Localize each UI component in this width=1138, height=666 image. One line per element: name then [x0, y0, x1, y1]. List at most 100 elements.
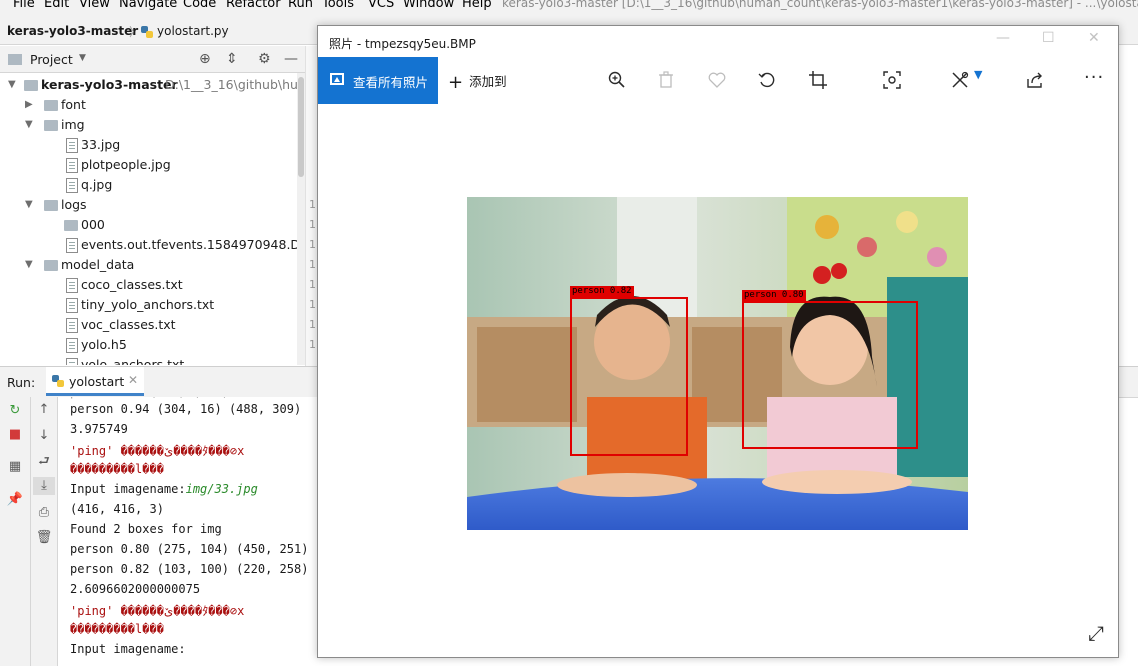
line-number: 1: [309, 258, 316, 271]
stop-icon[interactable]: ■: [4, 426, 26, 444]
pin-icon[interactable]: 📌: [4, 491, 26, 509]
text-file-icon: [66, 318, 78, 333]
menu-view[interactable]: View: [79, 0, 110, 11]
menu-file[interactable]: File: [13, 0, 35, 11]
breadcrumb-project[interactable]: keras-yolo3-master: [7, 24, 138, 38]
scroll-to-end-icon[interactable]: ⤓: [33, 477, 55, 495]
view-all-photos-button[interactable]: 查看所有照片: [318, 57, 438, 104]
add-to-button[interactable]: + 添加到: [448, 70, 507, 93]
tree-item-33jpg[interactable]: 33.jpg: [0, 135, 297, 155]
tree-item-label: yolo.h5: [81, 337, 127, 352]
tree-item-label: coco_classes.txt: [81, 277, 183, 292]
zoom-in-icon[interactable]: [608, 71, 626, 89]
tree-item-logs[interactable]: ▼ logs: [0, 195, 297, 215]
tree-item-label: font: [61, 97, 86, 112]
console-line: Input imagename:img/33.jpg: [70, 482, 258, 496]
rerun-icon[interactable]: ↻: [4, 402, 26, 420]
close-icon[interactable]: ✕: [128, 373, 138, 387]
line-number: 1: [309, 298, 316, 311]
heart-icon[interactable]: [708, 72, 726, 88]
rotate-icon[interactable]: [758, 71, 776, 89]
minimize-icon[interactable]: —: [284, 51, 298, 67]
menu-vcs[interactable]: VCS: [368, 0, 394, 11]
line-number: 1: [309, 218, 316, 231]
chevron-down-icon[interactable]: ▼: [79, 53, 86, 63]
run-tab-yolostart[interactable]: yolostart ✕: [46, 367, 144, 396]
menu-tools[interactable]: Tools: [322, 0, 354, 11]
chevron-down-icon[interactable]: ▼: [25, 195, 33, 215]
detection-box: [742, 301, 918, 449]
menu-refactor[interactable]: Refactor: [226, 0, 281, 11]
trash-icon[interactable]: 🗑: [33, 529, 55, 547]
more-icon[interactable]: ···: [1084, 67, 1104, 88]
folder-icon: [44, 100, 58, 111]
close-icon[interactable]: ✕: [1088, 30, 1100, 46]
edit-create-icon[interactable]: [951, 71, 969, 89]
tree-item-model-data[interactable]: ▼ model_data: [0, 255, 297, 275]
arrow-up-icon[interactable]: ↑: [33, 401, 55, 419]
print-icon[interactable]: ⎙: [33, 504, 55, 522]
tree-item-plotpeople[interactable]: plotpeople.jpg: [0, 155, 297, 175]
minimize-icon[interactable]: —: [996, 30, 1010, 46]
chevron-down-icon[interactable]: ▼: [974, 68, 982, 81]
project-panel-header: Project ▼ ⊕ ⇕ ⚙ —: [0, 46, 305, 73]
scrollbar-thumb[interactable]: [298, 77, 304, 177]
menu-edit[interactable]: Edit: [44, 0, 69, 11]
menu-code[interactable]: Code: [183, 0, 216, 11]
chevron-down-icon[interactable]: ▼: [8, 75, 16, 95]
project-panel-title[interactable]: Project: [30, 52, 73, 67]
folder-icon: [64, 220, 78, 231]
menu-window[interactable]: Window: [403, 0, 454, 11]
tree-scrollbar[interactable]: [297, 73, 305, 365]
tree-item-qjpg[interactable]: q.jpg: [0, 175, 297, 195]
gear-icon[interactable]: ⚙: [258, 51, 271, 67]
fullscreen-icon[interactable]: ⤢: [1088, 621, 1104, 645]
tree-item-label: model_data: [61, 257, 135, 272]
tree-item-coco-classes[interactable]: coco_classes.txt: [0, 275, 297, 295]
tree-item-yolo-anchors[interactable]: yolo_anchors.txt: [0, 355, 297, 365]
line-number: 1: [309, 278, 316, 291]
console-line: 'ping' ������ێ����ﾀ���⊘x: [70, 444, 245, 458]
chevron-down-icon[interactable]: ▼: [25, 115, 33, 135]
console-input-link[interactable]: img/33.jpg: [186, 482, 258, 496]
tree-item-label: logs: [61, 197, 87, 212]
crop-icon[interactable]: [809, 71, 827, 89]
share-icon[interactable]: [1026, 71, 1044, 89]
line-number: 1: [309, 338, 316, 351]
text-file-icon: [66, 298, 78, 313]
arrow-down-icon[interactable]: ↓: [33, 427, 55, 445]
menu-run[interactable]: Run: [288, 0, 313, 11]
tree-item-events[interactable]: events.out.tfevents.1584970948.DESKT(: [0, 235, 305, 255]
run-label: Run:: [7, 375, 36, 390]
console-toolbar: ↑ ↓ ⮐ ⤓ ⎙ 🗑: [31, 397, 58, 666]
tree-item-font[interactable]: ▶ font: [0, 95, 297, 115]
tree-item-000[interactable]: 000: [0, 215, 297, 235]
tree-item-label: 33.jpg: [81, 137, 121, 152]
chevron-down-icon[interactable]: ▼: [25, 255, 33, 275]
console-line: (416, 416, 3): [70, 502, 164, 516]
tree-item-tiny-yolo-anchors[interactable]: tiny_yolo_anchors.txt: [0, 295, 297, 315]
visual-search-icon[interactable]: [883, 71, 901, 89]
collapse-icon[interactable]: ⇕: [226, 51, 238, 67]
tree-item-img[interactable]: ▼ img: [0, 115, 297, 135]
chevron-right-icon[interactable]: ▶: [25, 95, 33, 115]
target-icon[interactable]: ⊕: [199, 51, 211, 67]
photo-viewer-window: 照片 - tmpezsqy5eu.BMP — ☐ ✕ 查看所有照片 + 添加到 ▼: [317, 25, 1119, 658]
plus-icon: +: [448, 72, 464, 93]
tree-item-voc-classes[interactable]: voc_classes.txt: [0, 315, 297, 335]
menu-help[interactable]: Help: [462, 0, 492, 11]
console-output[interactable]: person 0.0 (...) (...) person 0.94 (304,…: [58, 397, 318, 666]
run-tab-label: yolostart: [69, 374, 125, 389]
soft-wrap-icon[interactable]: ⮐: [33, 453, 55, 471]
menu-navigate[interactable]: Navigate: [119, 0, 177, 11]
tree-root[interactable]: ▼ keras-yolo3-master D:\1__3_16\github\h…: [0, 75, 305, 95]
tree-item-label: events.out.tfevents.1584970948.DESKT(: [81, 237, 305, 252]
breadcrumb-file[interactable]: yolostart.py: [157, 24, 229, 38]
delete-icon[interactable]: [658, 71, 674, 89]
maximize-icon[interactable]: ☐: [1042, 30, 1055, 46]
tree-item-yolo-h5[interactable]: yolo.h5: [0, 335, 297, 355]
console-line: 2.6096602000000075: [70, 582, 201, 596]
image-file-icon: [66, 138, 78, 153]
project-tree: ▼ keras-yolo3-master D:\1__3_16\github\h…: [0, 73, 305, 365]
layout-icon[interactable]: ▦: [4, 458, 26, 476]
